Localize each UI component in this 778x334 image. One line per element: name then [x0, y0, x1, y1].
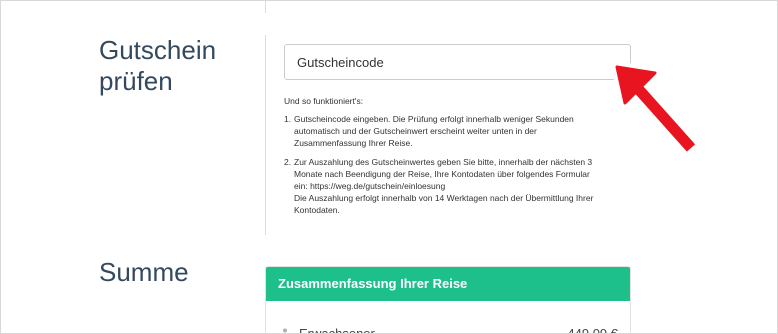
step-text-line: Monate nach Beendigung der Reise, Ihre K… [294, 168, 590, 179]
step-text-line: Zur Auszahlung des Gutscheinwertes geben… [294, 156, 593, 167]
column-divider-top [265, 1, 266, 13]
column-divider [265, 35, 266, 235]
step-number: 2. [284, 156, 292, 167]
howto-step: 2. Zur Auszahlung des Gutscheinwertes ge… [284, 156, 624, 217]
step-text-line: Die Auszahlung erfolgt innerhalb von 14 … [294, 193, 594, 204]
voucher-code-input[interactable] [284, 44, 631, 80]
page-frame: Gutschein prüfen Und so funktioniert's: … [0, 0, 778, 334]
step-text-line: Gutscheincode eingeben. Die Prüfung erfo… [294, 114, 574, 124]
voucher-section-title: Gutschein prüfen [99, 35, 217, 96]
howto-steps: 1. Gutscheincode eingeben. Die Prüfung e… [284, 113, 624, 223]
traveler-type-label: Erwachsener [299, 326, 375, 334]
step-text-line: ein: https://weg.de/gutschein/einloesung [294, 181, 446, 192]
howto-heading: Und so funktioniert's: [284, 96, 364, 106]
traveler-price: 449,09 € [567, 326, 618, 334]
step-text-line: automatisch und der Gutscheinwert ersche… [294, 126, 537, 137]
howto-step: 1. Gutscheincode eingeben. Die Prüfung e… [284, 113, 624, 150]
trip-summary-card: Zusammenfassung Ihrer Reise Erwachsener … [265, 266, 631, 334]
step-text-line: Kontodaten. [294, 205, 340, 216]
person-icon [283, 328, 287, 333]
step-number: 1. [284, 114, 292, 124]
summary-row-adult: Erwachsener 449,09 € [266, 322, 630, 334]
trip-summary-header: Zusammenfassung Ihrer Reise [266, 267, 630, 301]
step-text-line: Zusammenfassung Ihrer Reise. [294, 138, 413, 149]
red-arrow-icon [611, 61, 700, 157]
summary-section-title: Summe [99, 257, 189, 287]
